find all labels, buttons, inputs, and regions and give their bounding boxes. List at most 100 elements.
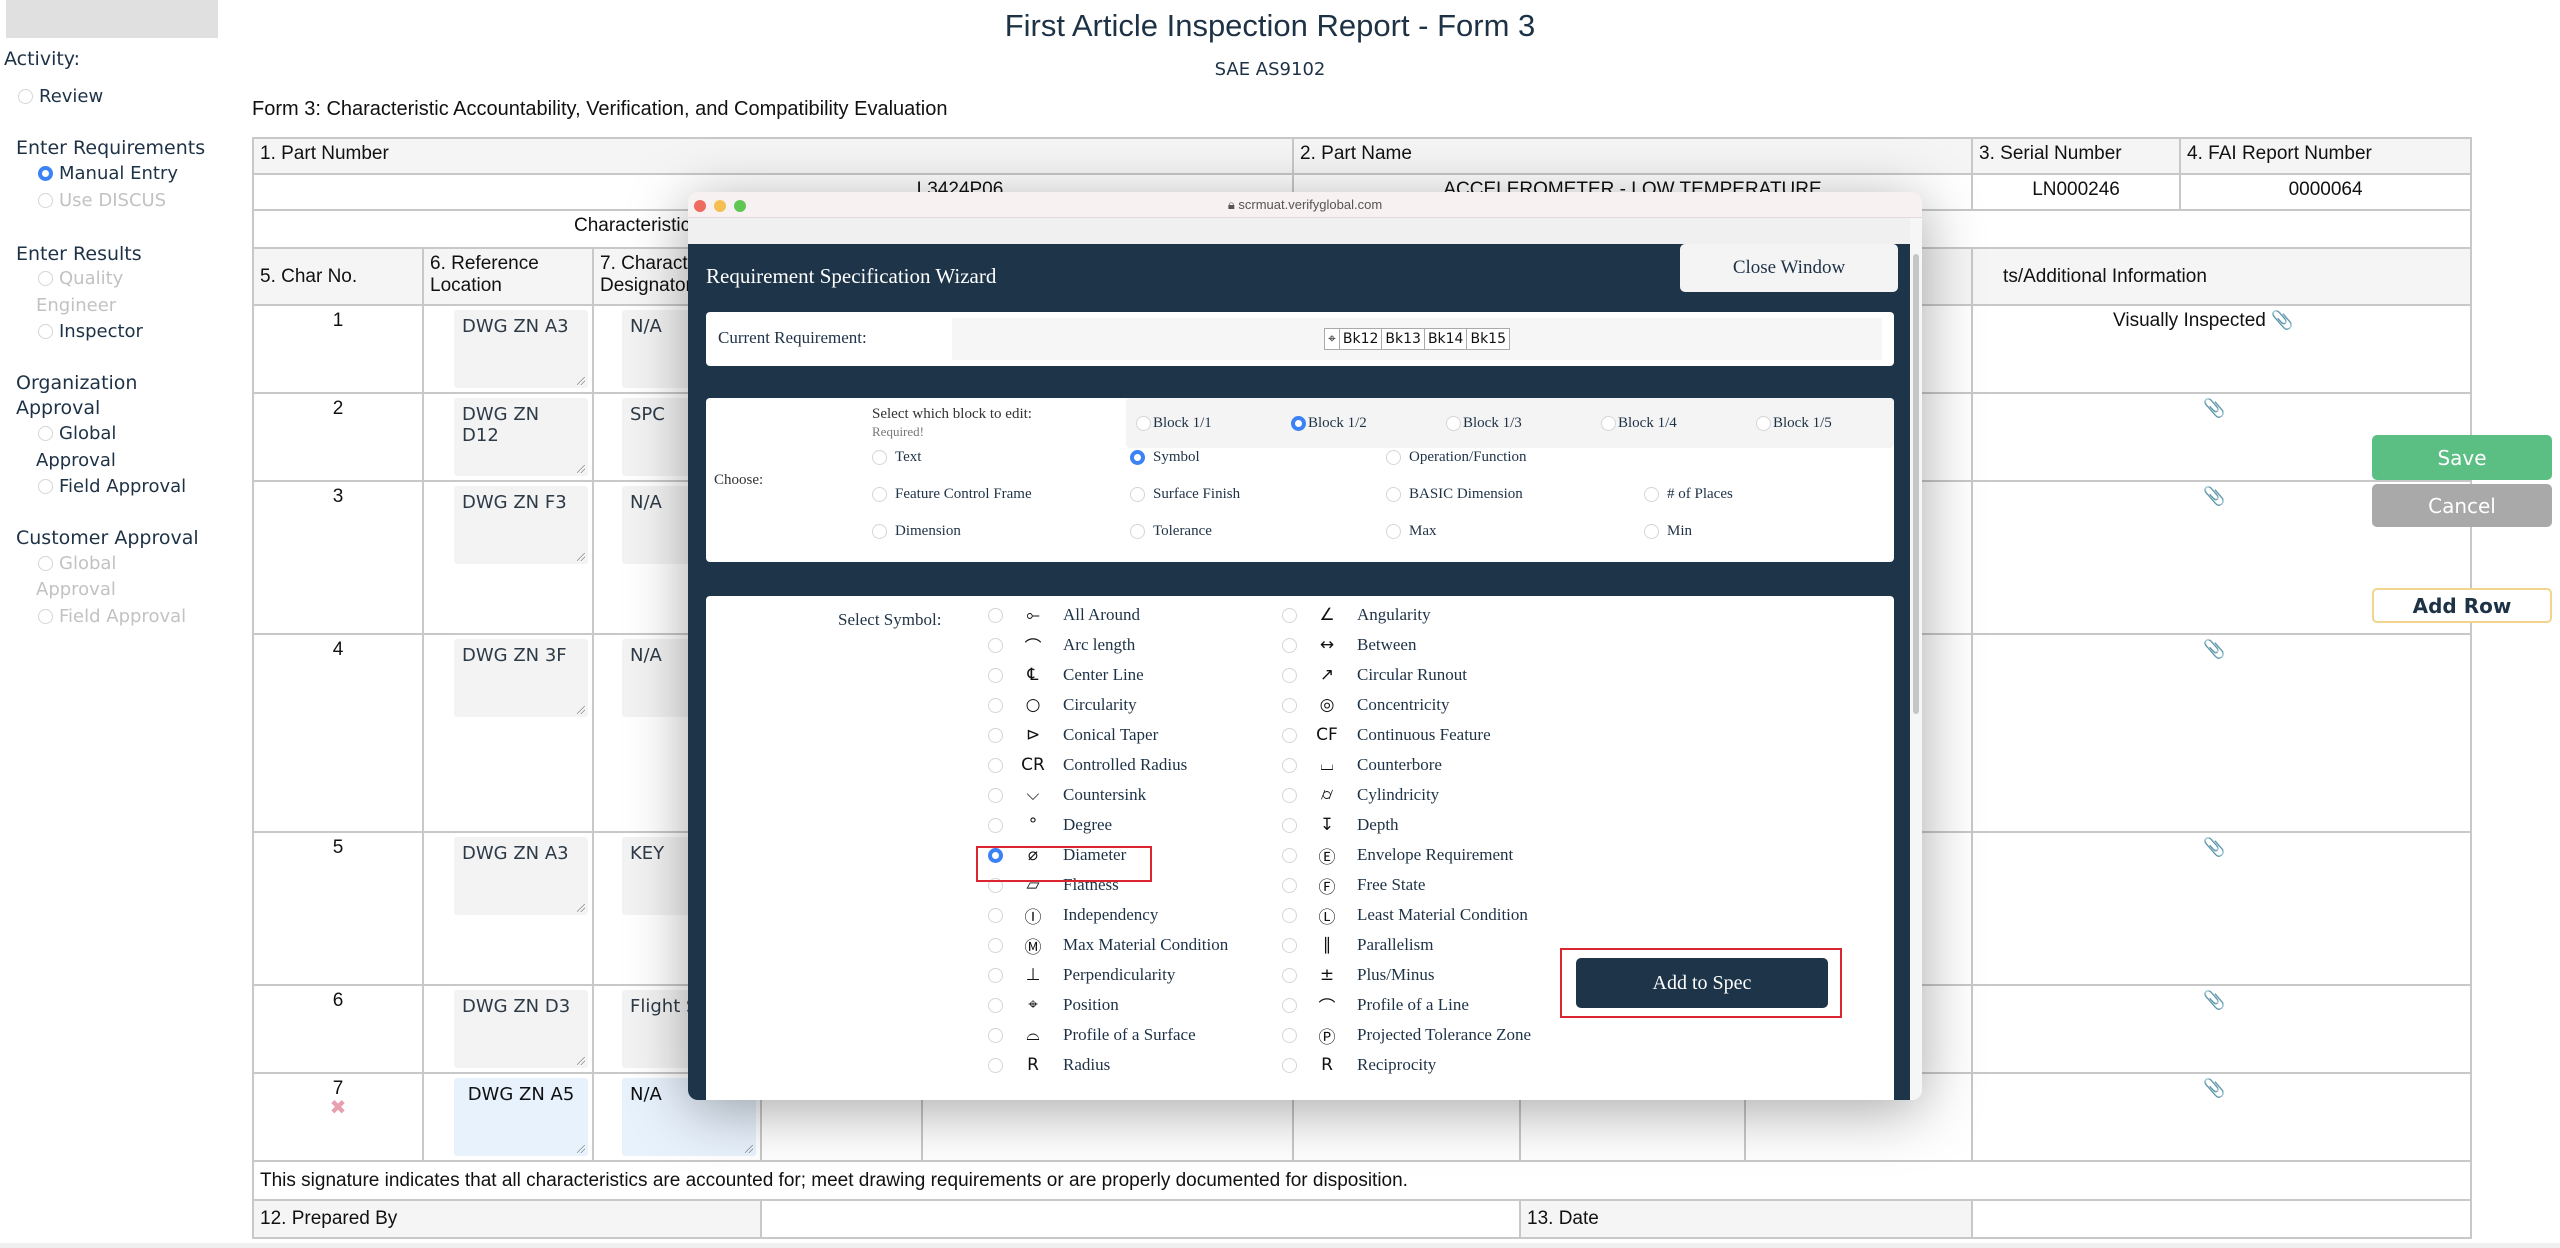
symbol-option-profile-surface[interactable]: ⌓ Profile of a Surface [988,1020,1196,1050]
symbol-option-countersink[interactable]: ⌵ Countersink [988,780,1146,810]
save-button[interactable]: Save [2372,435,2552,480]
radio-review[interactable]: Review [18,86,103,107]
cust-global-approval-label-2: Approval [36,579,116,600]
block-radio-5[interactable]: Block 1/5 [1756,408,1832,438]
symbol-option-position[interactable]: ⌖ Position [988,990,1119,1020]
requirement-block[interactable]: Bk14 [1425,329,1468,349]
reference-location-input[interactable]: DWG ZN D3 [454,990,588,1068]
requirement-block[interactable]: Bk13 [1382,329,1425,349]
radio-cust-field-approval[interactable]: Field Approval [38,606,186,627]
select-block-label: Select which block to edit: [872,406,1032,422]
requirement-wizard-window: 🔒︎ scrmuat.verifyglobal.com Requirement … [688,192,1922,1100]
symbol-option-radius[interactable]: R Radius [988,1050,1110,1080]
symbol-option-parallelism[interactable]: ∥ Parallelism [1282,930,1433,960]
symbol-option-free-state[interactable]: Ⓕ Free State [1282,870,1425,900]
symbol-option-reciprocity[interactable]: R Reciprocity [1282,1050,1436,1080]
radio-manual-entry[interactable]: Manual Entry [38,163,178,184]
scrollbar-thumb[interactable] [1913,254,1919,714]
symbol-option-arc-length[interactable]: ⌒ Arc length [988,630,1135,660]
free-state-icon: Ⓕ [1318,877,1336,898]
symbol-option-plus-minus[interactable]: ± Plus/Minus [1282,960,1434,990]
radio-icon [1644,523,1659,539]
type-radio--of-places[interactable]: # of Places [1644,479,1733,509]
block-radio-2[interactable]: Block 1/2 [1291,408,1367,438]
type-radio-text[interactable]: Text [872,442,921,472]
type-radio-surface-finish[interactable]: Surface Finish [1130,479,1240,509]
type-radio-max[interactable]: Max [1386,516,1437,546]
radio-icon [1386,486,1401,502]
add-row-button[interactable]: Add Row [2372,588,2552,623]
symbol-option-cylindricity[interactable]: ⌭ Cylindricity [1282,780,1439,810]
symbol-option-profile-line[interactable]: ⌒ Profile of a Line [1282,990,1469,1020]
modal-scrollbar[interactable] [1910,218,1922,1100]
symbol-option-projected-tolerance[interactable]: Ⓟ Projected Tolerance Zone [1282,1020,1531,1050]
radio-inspector[interactable]: Inspector [38,321,143,342]
type-radio-dimension[interactable]: Dimension [872,516,961,546]
symbol-option-center-line[interactable]: ℄ Center Line [988,660,1144,690]
requirement-block[interactable]: Bk15 [1467,329,1509,349]
symbol-option-conical-taper[interactable]: ⊳ Conical Taper [988,720,1158,750]
enter-results-heading: Enter Results [16,243,142,265]
reference-location-input[interactable]: DWG ZN A3 [454,310,588,388]
reference-location-input[interactable]: DWG ZN 3F [454,639,588,717]
date-field[interactable] [1971,1199,2473,1239]
symbol-option-mmc[interactable]: Ⓜ Max Material Condition [988,930,1228,960]
symbol-label: Envelope Requirement [1357,845,1514,864]
symbol-option-circularity[interactable]: ○ Circularity [988,690,1137,720]
paperclip-icon[interactable]: 📎 [2203,837,2225,857]
symbol-option-between[interactable]: ↔ Between [1282,630,1416,660]
prepared-by-label: 12. Prepared By [252,1199,762,1239]
symbol-option-counterbore[interactable]: ⌴ Counterbore [1282,750,1442,780]
col-comments: ts/Additional Information [1971,247,2473,306]
type-radio-feature-control-frame[interactable]: Feature Control Frame [872,479,1032,509]
char-no: 5 [252,831,424,986]
block-radio-1[interactable]: Block 1/1 [1136,408,1212,438]
add-to-spec-button[interactable]: Add to Spec [1576,958,1828,1008]
symbol-option-lmc[interactable]: Ⓛ Least Material Condition [1282,900,1528,930]
symbol-option-perpendicularity[interactable]: ⊥ Perpendicularity [988,960,1175,990]
type-radio-tolerance[interactable]: Tolerance [1130,516,1212,546]
radio-use-discus[interactable]: Use DISCUS [38,190,166,211]
symbol-label: Plus/Minus [1357,965,1435,984]
block-radio-4[interactable]: Block 1/4 [1601,408,1677,438]
delete-row-icon[interactable]: ✖ [260,1098,416,1118]
block-radio-3[interactable]: Block 1/3 [1446,408,1522,438]
reference-location-input[interactable]: DWG ZN A3 [454,837,588,915]
paperclip-icon[interactable]: 📎 [2203,990,2225,1010]
close-window-button[interactable]: Close Window [1680,244,1898,292]
radio-quality-engineer[interactable]: Quality [38,268,123,289]
symbol-option-controlled-radius[interactable]: CR Controlled Radius [988,750,1187,780]
symbol-option-circular-runout[interactable]: ↗ Circular Runout [1282,660,1467,690]
symbol-option-independency[interactable]: Ⓘ Independency [988,900,1158,930]
symbol-option-concentricity[interactable]: ◎ Concentricity [1282,690,1450,720]
symbol-option-continuous-feature[interactable]: CF Continuous Feature [1282,720,1491,750]
type-label: Dimension [895,522,961,539]
type-radio-operation-function[interactable]: Operation/Function [1386,442,1526,472]
symbol-option-envelope[interactable]: Ⓔ Envelope Requirement [1282,840,1513,870]
symbol-option-degree[interactable]: ° Degree [988,810,1112,840]
radio-cust-global-approval[interactable]: Global [38,553,116,574]
type-radio-min[interactable]: Min [1644,516,1692,546]
conical-taper-icon: ⊳ [1025,725,1041,745]
paperclip-icon[interactable]: 📎 [2203,639,2225,659]
symbol-option-depth[interactable]: ↧ Depth [1282,810,1399,840]
paperclip-icon[interactable]: 📎 [2203,398,2225,418]
requirement-block[interactable]: Bk12 [1340,329,1383,349]
reference-location-input[interactable]: DWG ZN D12 [454,398,588,476]
paperclip-icon[interactable]: 📎 [2271,310,2293,330]
radio-icon [1130,449,1145,465]
symbol-option-angularity[interactable]: ∠ Angularity [1282,600,1431,630]
type-radio-basic-dimension[interactable]: BASIC Dimension [1386,479,1523,509]
paperclip-icon[interactable]: 📎 [2203,486,2225,506]
prepared-by-field[interactable] [759,1199,1522,1239]
position-icon[interactable]: ⌖ [1325,329,1340,349]
radio-icon [1130,486,1145,502]
type-radio-symbol[interactable]: Symbol [1130,442,1200,472]
symbol-option-all-around[interactable]: ⟜ All Around [988,600,1140,630]
cancel-button[interactable]: Cancel [2372,484,2552,527]
radio-org-global-approval[interactable]: Global [38,423,116,444]
radio-org-field-approval[interactable]: Field Approval [38,476,186,497]
reference-location-input[interactable]: DWG ZN F3 [454,486,588,564]
reference-location-input[interactable]: DWG ZN A5 [454,1078,588,1156]
paperclip-icon[interactable]: 📎 [2203,1078,2225,1098]
